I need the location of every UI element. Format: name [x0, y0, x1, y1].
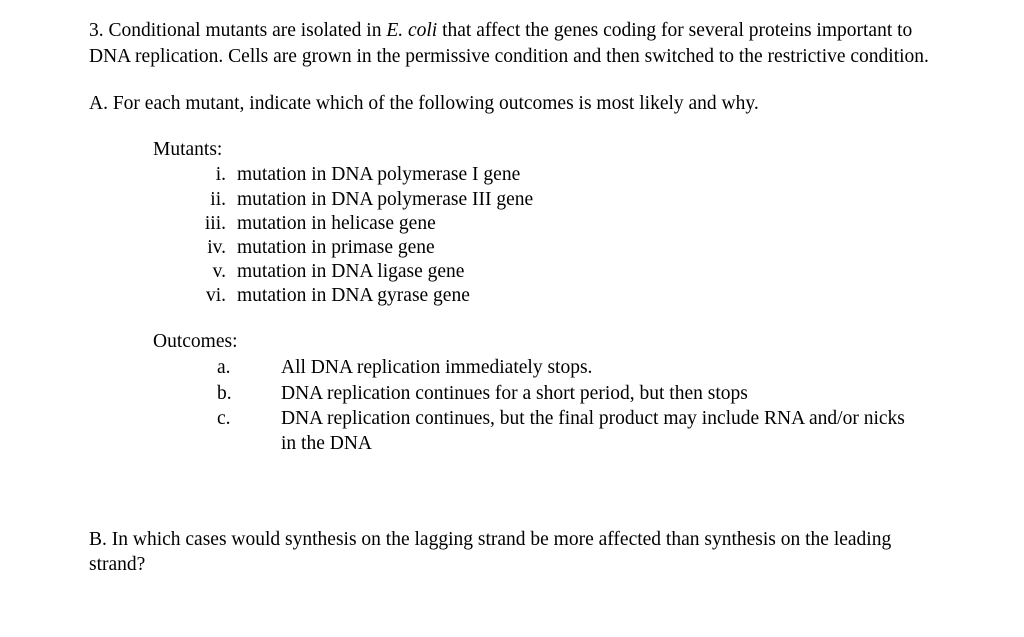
organism-name-italic: E. coli	[386, 20, 438, 41]
mutants-block: Mutants: i. mutation in DNA polymerase I…	[153, 137, 949, 309]
mutants-list: i. mutation in DNA polymerase I gene ii.…	[153, 163, 949, 308]
list-item: ii. mutation in DNA polymerase III gene	[153, 188, 949, 212]
list-item: iv. mutation in primase gene	[153, 236, 949, 260]
list-item: iii. mutation in helicase gene	[153, 212, 949, 236]
list-item: b. DNA replication continues for a short…	[153, 381, 949, 406]
list-marker: c.	[217, 408, 231, 429]
list-marker: a.	[217, 357, 231, 379]
part-a-prompt: A. For each mutant, indicate which of th…	[89, 93, 759, 115]
list-item-label: mutation in DNA polymerase III gene	[237, 188, 534, 210]
spacer-before-part-b-extra	[89, 507, 949, 527]
list-marker: ii.	[210, 188, 226, 210]
part-b-prompt: B. In which cases would synthesis on the…	[89, 528, 892, 576]
list-item-label: DNA replication continues, but the final…	[281, 408, 905, 455]
list-marker: b.	[217, 382, 232, 404]
list-marker: v.	[212, 261, 226, 283]
spacer-between-lists	[89, 309, 949, 329]
mutants-heading: Mutants:	[153, 138, 223, 160]
document-page: 3. Conditional mutants are isolated in E…	[0, 0, 1024, 637]
list-marker: iv.	[207, 236, 226, 258]
list-item-label: mutation in DNA ligase gene	[237, 261, 465, 283]
list-item: i. mutation in DNA polymerase I gene	[153, 163, 949, 187]
list-item-label: mutation in primase gene	[237, 236, 435, 258]
document-body: 3. Conditional mutants are isolated in E…	[89, 18, 949, 578]
list-marker: vi.	[205, 285, 226, 307]
outcomes-list: a. All DNA replication immediately stops…	[153, 355, 949, 457]
list-item-label: DNA replication continues for a short pe…	[281, 382, 748, 404]
spacer-after-intro	[89, 69, 949, 91]
list-item: c. DNA replication continues, but the fi…	[153, 406, 949, 457]
list-item-label: All DNA replication immediately stops.	[281, 357, 593, 379]
outcomes-block: Outcomes: a. All DNA replication immedia…	[153, 329, 949, 457]
list-marker: i.	[215, 164, 226, 186]
list-item: v. mutation in DNA ligase gene	[153, 260, 949, 284]
outcomes-heading: Outcomes:	[153, 330, 238, 352]
list-item-label: mutation in DNA polymerase I gene	[237, 164, 521, 186]
list-item-label: mutation in helicase gene	[237, 212, 436, 234]
list-marker: iii.	[204, 212, 226, 234]
list-item: a. All DNA replication immediately stops…	[153, 355, 949, 380]
intro-paragraph: 3. Conditional mutants are isolated in E…	[89, 18, 949, 69]
list-item: vi. mutation in DNA gyrase gene	[153, 284, 949, 308]
list-item-label: mutation in DNA gyrase gene	[237, 285, 470, 307]
intro-text-before-italic: 3. Conditional mutants are isolated in	[89, 20, 387, 41]
spacer-before-part-b	[89, 457, 949, 507]
spacer-after-part-a-prompt	[89, 117, 949, 137]
